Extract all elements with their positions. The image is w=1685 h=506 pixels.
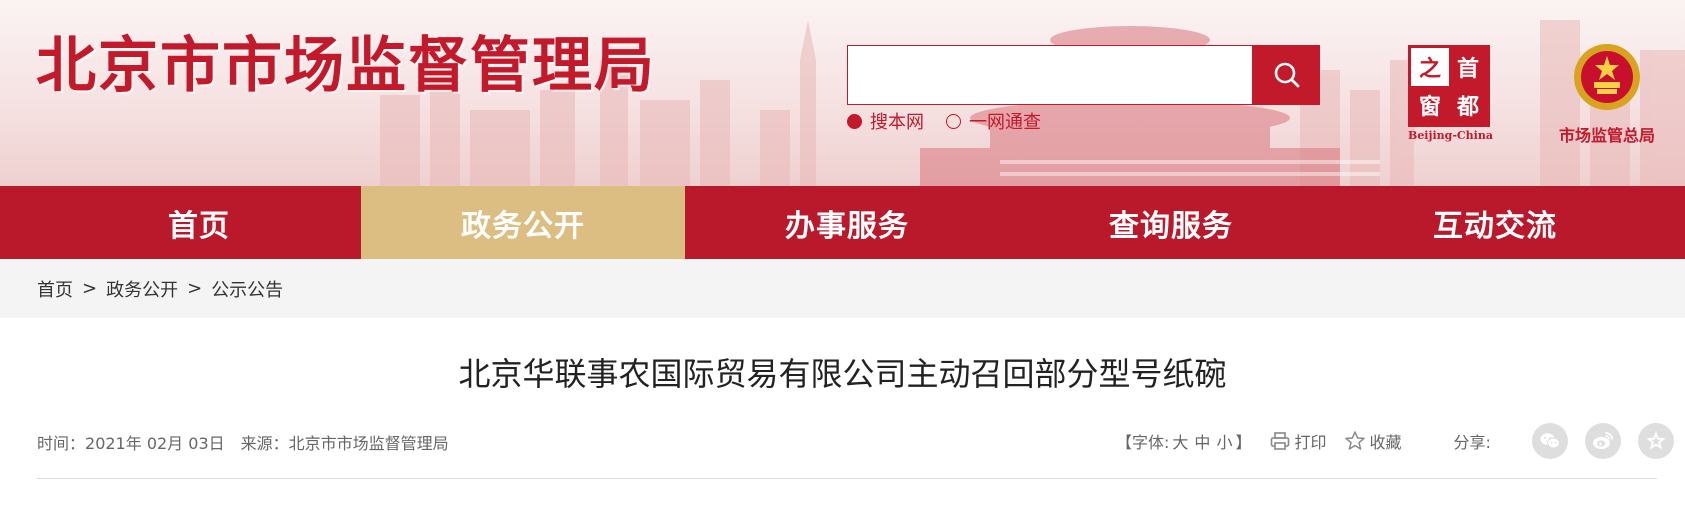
font-size-open: 【字体: [1116, 433, 1170, 452]
national-emblem-icon [1574, 44, 1640, 110]
nav-home[interactable]: 首页 [37, 186, 361, 259]
article-tools: 【字体: 大 中 小 】 打印 收藏 分享: [1116, 421, 1674, 461]
search-box [847, 45, 1253, 105]
content-divider [37, 478, 1657, 479]
article-meta: 时间： 2021年 02月 03日 来源： 北京市市场监督管理局 [37, 430, 449, 454]
radio-selected-icon [847, 113, 862, 129]
search-scope-site[interactable]: 搜本网 [847, 108, 924, 134]
samr-caption: 市场监管总局 [1558, 126, 1655, 145]
font-size-control: 【字体: 大 中 小 】 [1116, 429, 1251, 453]
share-label: 分享: [1453, 433, 1491, 452]
radio-unselected-icon [946, 113, 961, 129]
article-title: 北京华联事农国际贸易有限公司主动召回部分型号纸碗 [458, 355, 1227, 393]
publish-date: 2021年 02月 03日 [85, 434, 225, 453]
favorite-star-icon [1646, 431, 1666, 450]
main-nav: 首页 政务公开 办事服务 查询服务 互动交流 [0, 186, 1685, 259]
capital-char: 都 [1449, 86, 1487, 124]
search-scope-all[interactable]: 一网通查 [946, 108, 1041, 134]
printer-icon [1271, 432, 1290, 450]
time-label: 时间： [37, 434, 86, 453]
breadcrumb-separator: > [82, 278, 98, 299]
capital-char: 窗 [1411, 86, 1449, 124]
site-header: 北京市市场监督管理局 搜本网 一网通查 之 首 窗 都 Beijing-Chin… [0, 0, 1685, 186]
samr-logo[interactable]: 市场监管总局 [1552, 42, 1662, 145]
font-size-medium[interactable]: 中 [1194, 429, 1210, 453]
breadcrumb-government-affairs[interactable]: 政务公开 [106, 276, 178, 302]
search-input[interactable] [848, 46, 1252, 104]
search-scope-options: 搜本网 一网通查 [847, 108, 1063, 134]
print-label: 打印 [1294, 433, 1327, 452]
breadcrumb: 首页 > 政务公开 > 公示公告 [37, 259, 283, 318]
share-favorite-button[interactable] [1637, 423, 1674, 459]
favorite-button[interactable]: 收藏 [1344, 429, 1402, 453]
nav-government-affairs[interactable]: 政务公开 [361, 186, 685, 259]
nav-services[interactable]: 办事服务 [685, 186, 1009, 259]
breadcrumb-bar: 首页 > 政务公开 > 公示公告 [0, 259, 1685, 318]
capital-window-emblem: 之 首 窗 都 [1408, 45, 1490, 127]
search-icon [1274, 62, 1299, 88]
breadcrumb-separator: > [187, 278, 203, 299]
capital-window-logo[interactable]: 之 首 窗 都 Beijing-China [1408, 45, 1493, 142]
share-weibo-button[interactable] [1584, 423, 1621, 459]
wechat-icon [1540, 433, 1560, 449]
site-title: 北京市市场监督管理局 [36, 31, 656, 101]
source-value: 北京市市场监督管理局 [288, 434, 449, 453]
nav-query[interactable]: 查询服务 [1009, 186, 1333, 259]
favorite-label: 收藏 [1369, 433, 1402, 452]
search-scope-site-label: 搜本网 [870, 112, 924, 133]
weibo-icon [1592, 432, 1613, 449]
share-wechat-button[interactable] [1531, 423, 1568, 459]
source-label: 来源： [240, 434, 289, 453]
search-button[interactable] [1253, 45, 1320, 105]
print-button[interactable]: 打印 [1269, 429, 1326, 453]
breadcrumb-announcements[interactable]: 公示公告 [211, 276, 283, 302]
breadcrumb-home[interactable]: 首页 [37, 276, 73, 302]
font-size-small[interactable]: 小 [1216, 429, 1232, 453]
search-scope-all-label: 一网通查 [969, 112, 1041, 133]
font-size-large[interactable]: 大 [1172, 429, 1188, 453]
capital-char: 首 [1449, 48, 1487, 86]
capital-window-caption: Beijing-China [1408, 129, 1493, 142]
star-outline-icon [1345, 431, 1366, 450]
nav-interaction[interactable]: 互动交流 [1333, 186, 1657, 259]
font-size-close: 】 [1235, 433, 1252, 452]
capital-char: 之 [1418, 57, 1441, 82]
